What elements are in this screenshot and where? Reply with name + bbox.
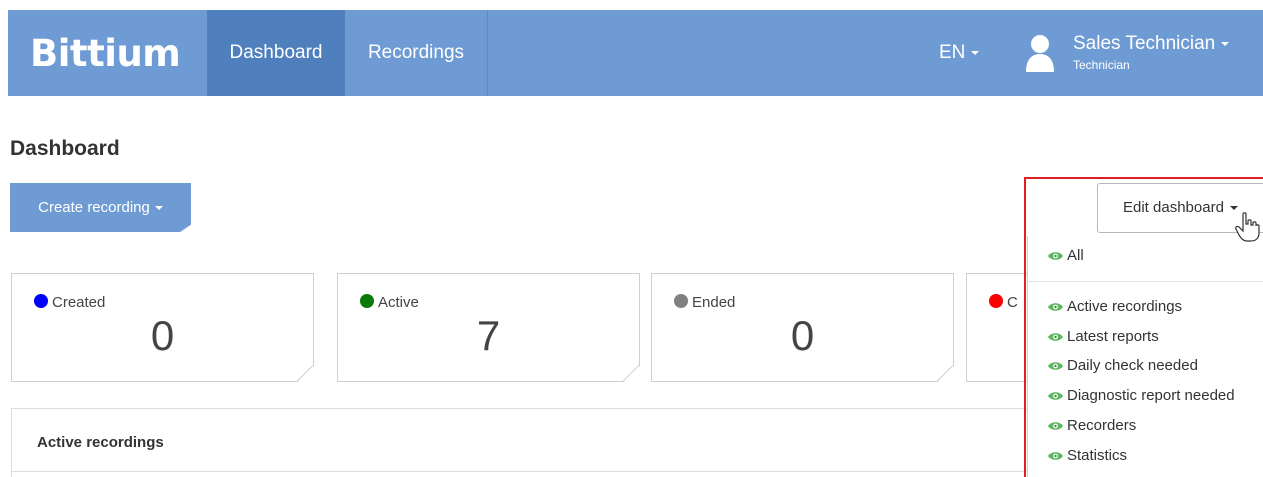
language-label: EN (939, 42, 966, 63)
active-recordings-panel: Active recordings (11, 408, 1051, 477)
status-dot-icon (360, 294, 374, 308)
status-label-text: Created (52, 294, 106, 311)
highlight-box (1024, 177, 1263, 477)
status-label-text: C (1007, 294, 1018, 311)
status-dot-icon (34, 294, 48, 308)
user-menu[interactable]: Sales Technician (1073, 33, 1230, 55)
language-selector[interactable]: EN (939, 42, 980, 64)
status-card-created[interactable]: Created 0 (11, 273, 314, 382)
page-title: Dashboard (10, 137, 120, 160)
status-count: 0 (790, 312, 815, 359)
status-label: C (989, 294, 1018, 311)
status-label-text: Ended (692, 294, 736, 311)
status-label-text: Active (378, 294, 419, 311)
chevron-down-icon (971, 50, 980, 55)
status-card-active[interactable]: Active 7 (337, 273, 640, 382)
user-role: Technician (1073, 58, 1130, 72)
status-label: Ended (674, 294, 735, 311)
create-recording-label: Create recording (38, 199, 150, 216)
user-name: Sales Technician (1073, 33, 1216, 54)
status-label: Created (34, 294, 105, 311)
nav-recordings[interactable]: Recordings (345, 10, 488, 96)
status-count: 7 (476, 312, 501, 359)
create-recording-button[interactable]: Create recording (10, 183, 191, 232)
status-card-ended[interactable]: Ended 0 (651, 273, 954, 382)
panel-divider (12, 471, 1050, 472)
dashboard-page: Bittium Dashboard Recordings EN Sales Te… (0, 0, 1263, 477)
top-navbar: Bittium Dashboard Recordings EN Sales Te… (8, 10, 1263, 96)
nav-dashboard[interactable]: Dashboard (207, 10, 345, 96)
status-dot-icon (674, 294, 688, 308)
chevron-down-icon (154, 206, 163, 211)
status-count: 0 (150, 312, 175, 359)
chevron-down-icon (1221, 41, 1230, 46)
brand-logo[interactable]: Bittium (30, 32, 181, 75)
card-corner-line (936, 365, 953, 382)
card-corner-line (622, 365, 639, 382)
status-label: Active (360, 294, 419, 311)
card-corner-line (296, 365, 313, 382)
panel-title: Active recordings (37, 434, 164, 451)
user-icon[interactable] (1024, 34, 1056, 72)
status-dot-icon (989, 294, 1003, 308)
